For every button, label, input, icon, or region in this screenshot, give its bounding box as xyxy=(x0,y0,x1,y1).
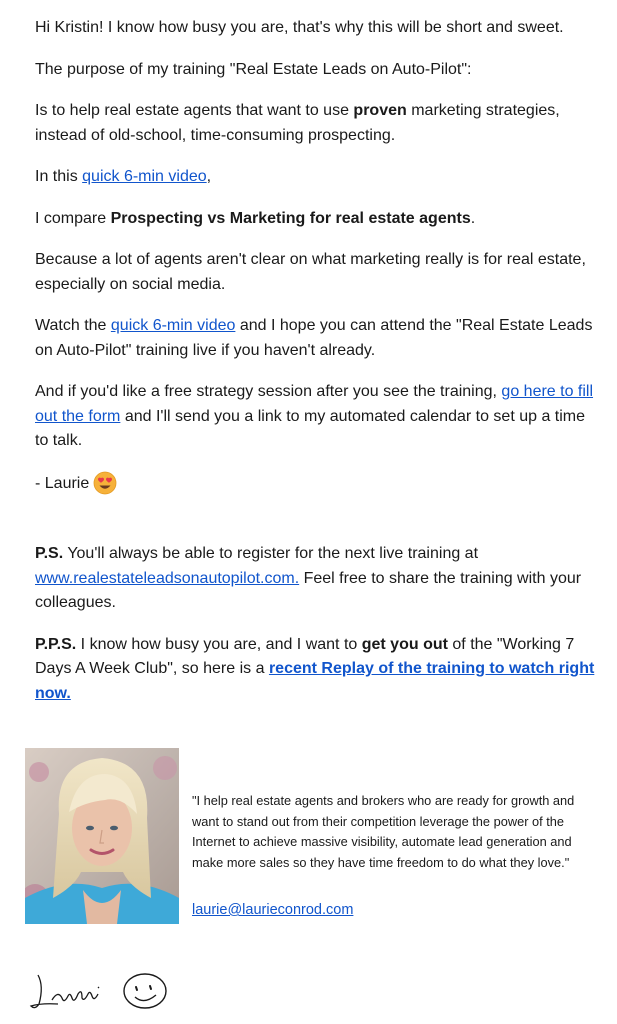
pps-text-pre: I know how busy you are, and I want to xyxy=(76,635,362,653)
ps-label: P.S. xyxy=(35,545,64,562)
help-paragraph: Is to help real estate agents that want … xyxy=(35,99,595,148)
help-text-pre: Is to help real estate agents that want … xyxy=(35,102,354,119)
compare-text-bold: Prospecting vs Marketing for real estate… xyxy=(110,209,471,227)
help-text-bold: proven xyxy=(353,102,407,119)
compare-text-pre: I compare xyxy=(35,209,111,227)
video-text-pre: In this xyxy=(35,168,83,185)
purpose-line: The purpose of my training "Real Estate … xyxy=(35,60,472,78)
session-paragraph: And if you'd like a free strategy sessio… xyxy=(35,380,595,454)
signoff-text: - Laurie xyxy=(35,474,90,492)
handwritten-signature-icon xyxy=(29,973,167,1009)
profile-photo xyxy=(25,748,179,924)
greeting: Hi Kristin! I know how busy you are, tha… xyxy=(35,19,564,36)
heart-eyes-emoji-icon xyxy=(93,471,117,494)
pps-paragraph: P.P.S. I know how busy you are, and I wa… xyxy=(35,633,595,707)
signature-email-link[interactable]: laurie@laurieconrod.com xyxy=(192,900,353,920)
watch-text-pre: Watch the xyxy=(35,317,111,334)
watch-paragraph: Watch the quick 6-min video and I hope y… xyxy=(35,314,595,363)
video-link[interactable]: quick 6-min video xyxy=(82,168,207,185)
ps-text-pre: You'll always be able to register for th… xyxy=(63,545,479,562)
ps-paragraph: P.S. You'll always be able to register f… xyxy=(35,542,595,616)
video-text-post: , xyxy=(206,168,212,185)
session-text-pre: And if you'd like a free strategy sessio… xyxy=(35,383,502,400)
pps-label: P.P.S. xyxy=(35,635,77,653)
email-signature: "I help real estate agents and brokers w… xyxy=(25,748,605,924)
because-paragraph: Because a lot of agents aren't clear on … xyxy=(35,251,586,293)
email-body: Hi Kristin! I know how busy you are, tha… xyxy=(35,16,595,706)
watch-video-link[interactable]: quick 6-min video xyxy=(111,317,236,334)
signoff: - Laurie xyxy=(35,471,595,497)
pps-text-bold: get you out xyxy=(361,635,448,653)
registration-link[interactable]: www.realestateleadsonautopilot.com. xyxy=(35,570,299,587)
video-paragraph: In this quick 6-min video, xyxy=(35,165,595,190)
compare-paragraph: I compare Prospecting vs Marketing for r… xyxy=(35,207,595,232)
signature-quote: "I help real estate agents and brokers w… xyxy=(192,793,575,870)
portrait-image xyxy=(25,748,179,924)
compare-text-post: . xyxy=(470,209,476,227)
